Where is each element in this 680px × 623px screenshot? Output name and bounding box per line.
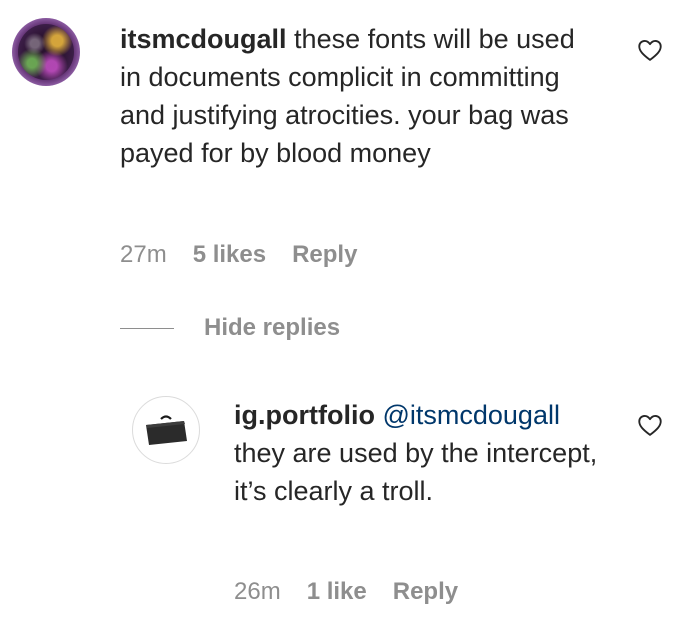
reply-meta: 26m 1 like Reply (234, 577, 458, 607)
reply-body: ig.portfolio @itsmcdougall they are used… (234, 396, 614, 510)
reply-likes-count[interactable]: 1 like (307, 577, 367, 607)
reply-mention-link[interactable]: @itsmcdougall (382, 400, 559, 430)
reply-timestamp[interactable]: 26m (234, 577, 281, 607)
comment-reply-button[interactable]: Reply (292, 240, 357, 270)
reply-heart-icon[interactable] (636, 411, 664, 439)
comment-likes-count[interactable]: 5 likes (193, 240, 266, 270)
reply-username[interactable]: ig.portfolio (234, 400, 375, 430)
reply-reply-button[interactable]: Reply (393, 577, 458, 607)
heart-icon[interactable] (636, 36, 664, 64)
comment-meta: 27m 5 likes Reply (120, 240, 357, 270)
portfolio-icon (146, 415, 187, 445)
avatar[interactable] (12, 18, 80, 86)
reply-avatar[interactable] (132, 396, 200, 464)
comment-username[interactable]: itsmcdougall (120, 24, 287, 54)
comment-timestamp[interactable]: 27m (120, 240, 167, 270)
avatar-image (18, 24, 74, 80)
hide-replies-button[interactable]: Hide replies (120, 313, 340, 343)
hide-replies-divider (120, 327, 174, 329)
comment-body: itsmcdougall these fonts will be used in… (120, 20, 590, 172)
hide-replies-label: Hide replies (204, 314, 341, 341)
reply-text: they are used by the intercept, it’s cle… (234, 438, 598, 506)
